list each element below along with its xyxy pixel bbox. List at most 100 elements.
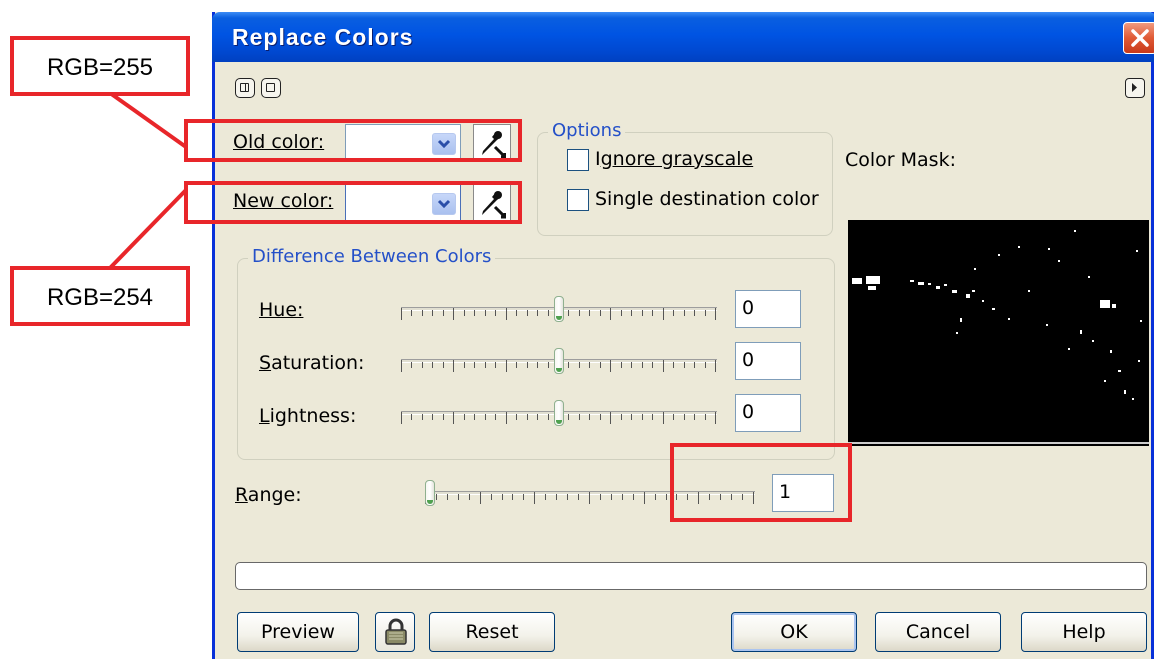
slider-tick (610, 308, 612, 320)
slider-tick (411, 310, 413, 316)
slider-tick (641, 414, 643, 420)
slider-thumb[interactable] (554, 296, 564, 322)
close-button[interactable] (1123, 22, 1154, 54)
slider-tick (673, 310, 675, 316)
slider-tick (401, 360, 402, 372)
single-destination-checkbox[interactable] (567, 189, 589, 211)
progress-bar (235, 562, 1147, 590)
slider-tick (652, 414, 654, 420)
slider-tick (516, 414, 518, 420)
saturation-slider[interactable] (401, 346, 717, 376)
flyout-arrow-icon[interactable] (1125, 78, 1145, 98)
lock-preview-button[interactable] (375, 612, 415, 652)
slider-tick (453, 412, 455, 424)
old-color-callout-text: RGB=255 (46, 54, 154, 81)
slider-tick (432, 414, 434, 420)
slider-tick (610, 494, 612, 500)
single-destination-label[interactable]: Single destination color (595, 188, 819, 210)
slider-tick (442, 310, 444, 316)
slider-tick (694, 310, 696, 316)
slider-tick (621, 494, 623, 500)
slider-tick (484, 414, 486, 420)
slider-tick (715, 360, 716, 372)
lightness-label: Lightness: (259, 405, 357, 427)
slider-tick (610, 412, 612, 424)
slider-tick (704, 362, 706, 368)
split-preview-icon[interactable] (235, 78, 255, 98)
slider-tick (435, 494, 437, 500)
reset-button[interactable]: Reset (429, 612, 555, 652)
slider-tick (568, 414, 570, 420)
hue-value-field[interactable]: 0 (735, 290, 801, 328)
hue-slider[interactable] (401, 294, 717, 324)
slider-tick (505, 412, 507, 424)
slider-thumb[interactable] (425, 480, 435, 506)
slider-tick (474, 362, 476, 368)
slider-tick (442, 362, 444, 368)
close-icon (1131, 29, 1149, 47)
slider-tick (537, 414, 539, 420)
slider-tick (631, 310, 633, 316)
title-bar[interactable]: Replace Colors (212, 12, 1154, 62)
slider-tick (599, 494, 601, 500)
ignore-grayscale-label[interactable]: Ignore grayscale (595, 148, 753, 170)
slider-tick (421, 362, 423, 368)
slider-tick (432, 310, 434, 316)
slider-tick (652, 362, 654, 368)
saturation-label: Saturation: (259, 352, 365, 374)
new-color-callout: RGB=254 (10, 266, 190, 326)
slider-tick (474, 414, 476, 420)
slider-tick (526, 362, 528, 368)
slider-tick (694, 414, 696, 420)
slider-tick (589, 362, 591, 368)
options-group-title: Options (548, 120, 626, 141)
slider-tick (578, 494, 580, 500)
old-color-highlight (184, 119, 522, 162)
ok-button[interactable]: OK (731, 612, 857, 652)
slider-tick (652, 310, 654, 316)
slider-tick (490, 494, 492, 500)
help-button[interactable]: Help (1021, 612, 1147, 652)
slider-thumb[interactable] (554, 348, 564, 374)
slider-tick (578, 414, 580, 420)
slider-tick (673, 362, 675, 368)
ignore-grayscale-checkbox[interactable] (567, 149, 589, 171)
slider-tick (401, 308, 402, 320)
cancel-button[interactable]: Cancel (875, 612, 1001, 652)
single-preview-icon[interactable] (261, 78, 281, 98)
slider-tick (556, 494, 558, 500)
range-highlight (670, 443, 852, 522)
slider-tick (599, 362, 601, 368)
slider-tick (516, 310, 518, 316)
slider-tick (620, 362, 622, 368)
hue-label: Hue: (259, 299, 304, 321)
color-mask-speckles (848, 230, 1149, 444)
old-color-callout: RGB=255 (10, 36, 190, 96)
slider-tick (567, 494, 569, 500)
slider-tick (568, 362, 570, 368)
saturation-value-field[interactable]: 0 (735, 342, 801, 380)
slider-tick (578, 362, 580, 368)
slider-tick (526, 310, 528, 316)
slider-thumb[interactable] (554, 400, 564, 426)
slider-tick (704, 414, 706, 420)
slider-tick (479, 492, 481, 504)
slider-tick (643, 492, 645, 504)
slider-tick (505, 308, 507, 320)
slider-tick (589, 310, 591, 316)
preview-button[interactable]: Preview (237, 612, 359, 652)
slider-tick (495, 310, 497, 316)
slider-tick (537, 362, 539, 368)
slider-tick (631, 414, 633, 420)
slider-tick (401, 412, 402, 424)
slider-tick (453, 308, 455, 320)
lightness-slider[interactable] (401, 398, 717, 428)
color-mask-preview (848, 220, 1149, 446)
slider-tick (662, 412, 664, 424)
slider-tick (523, 494, 525, 500)
lightness-value-field[interactable]: 0 (735, 394, 801, 432)
slider-tick (411, 414, 413, 420)
range-label: Range: (235, 484, 302, 506)
slider-tick (501, 494, 503, 500)
slider-tick (474, 310, 476, 316)
